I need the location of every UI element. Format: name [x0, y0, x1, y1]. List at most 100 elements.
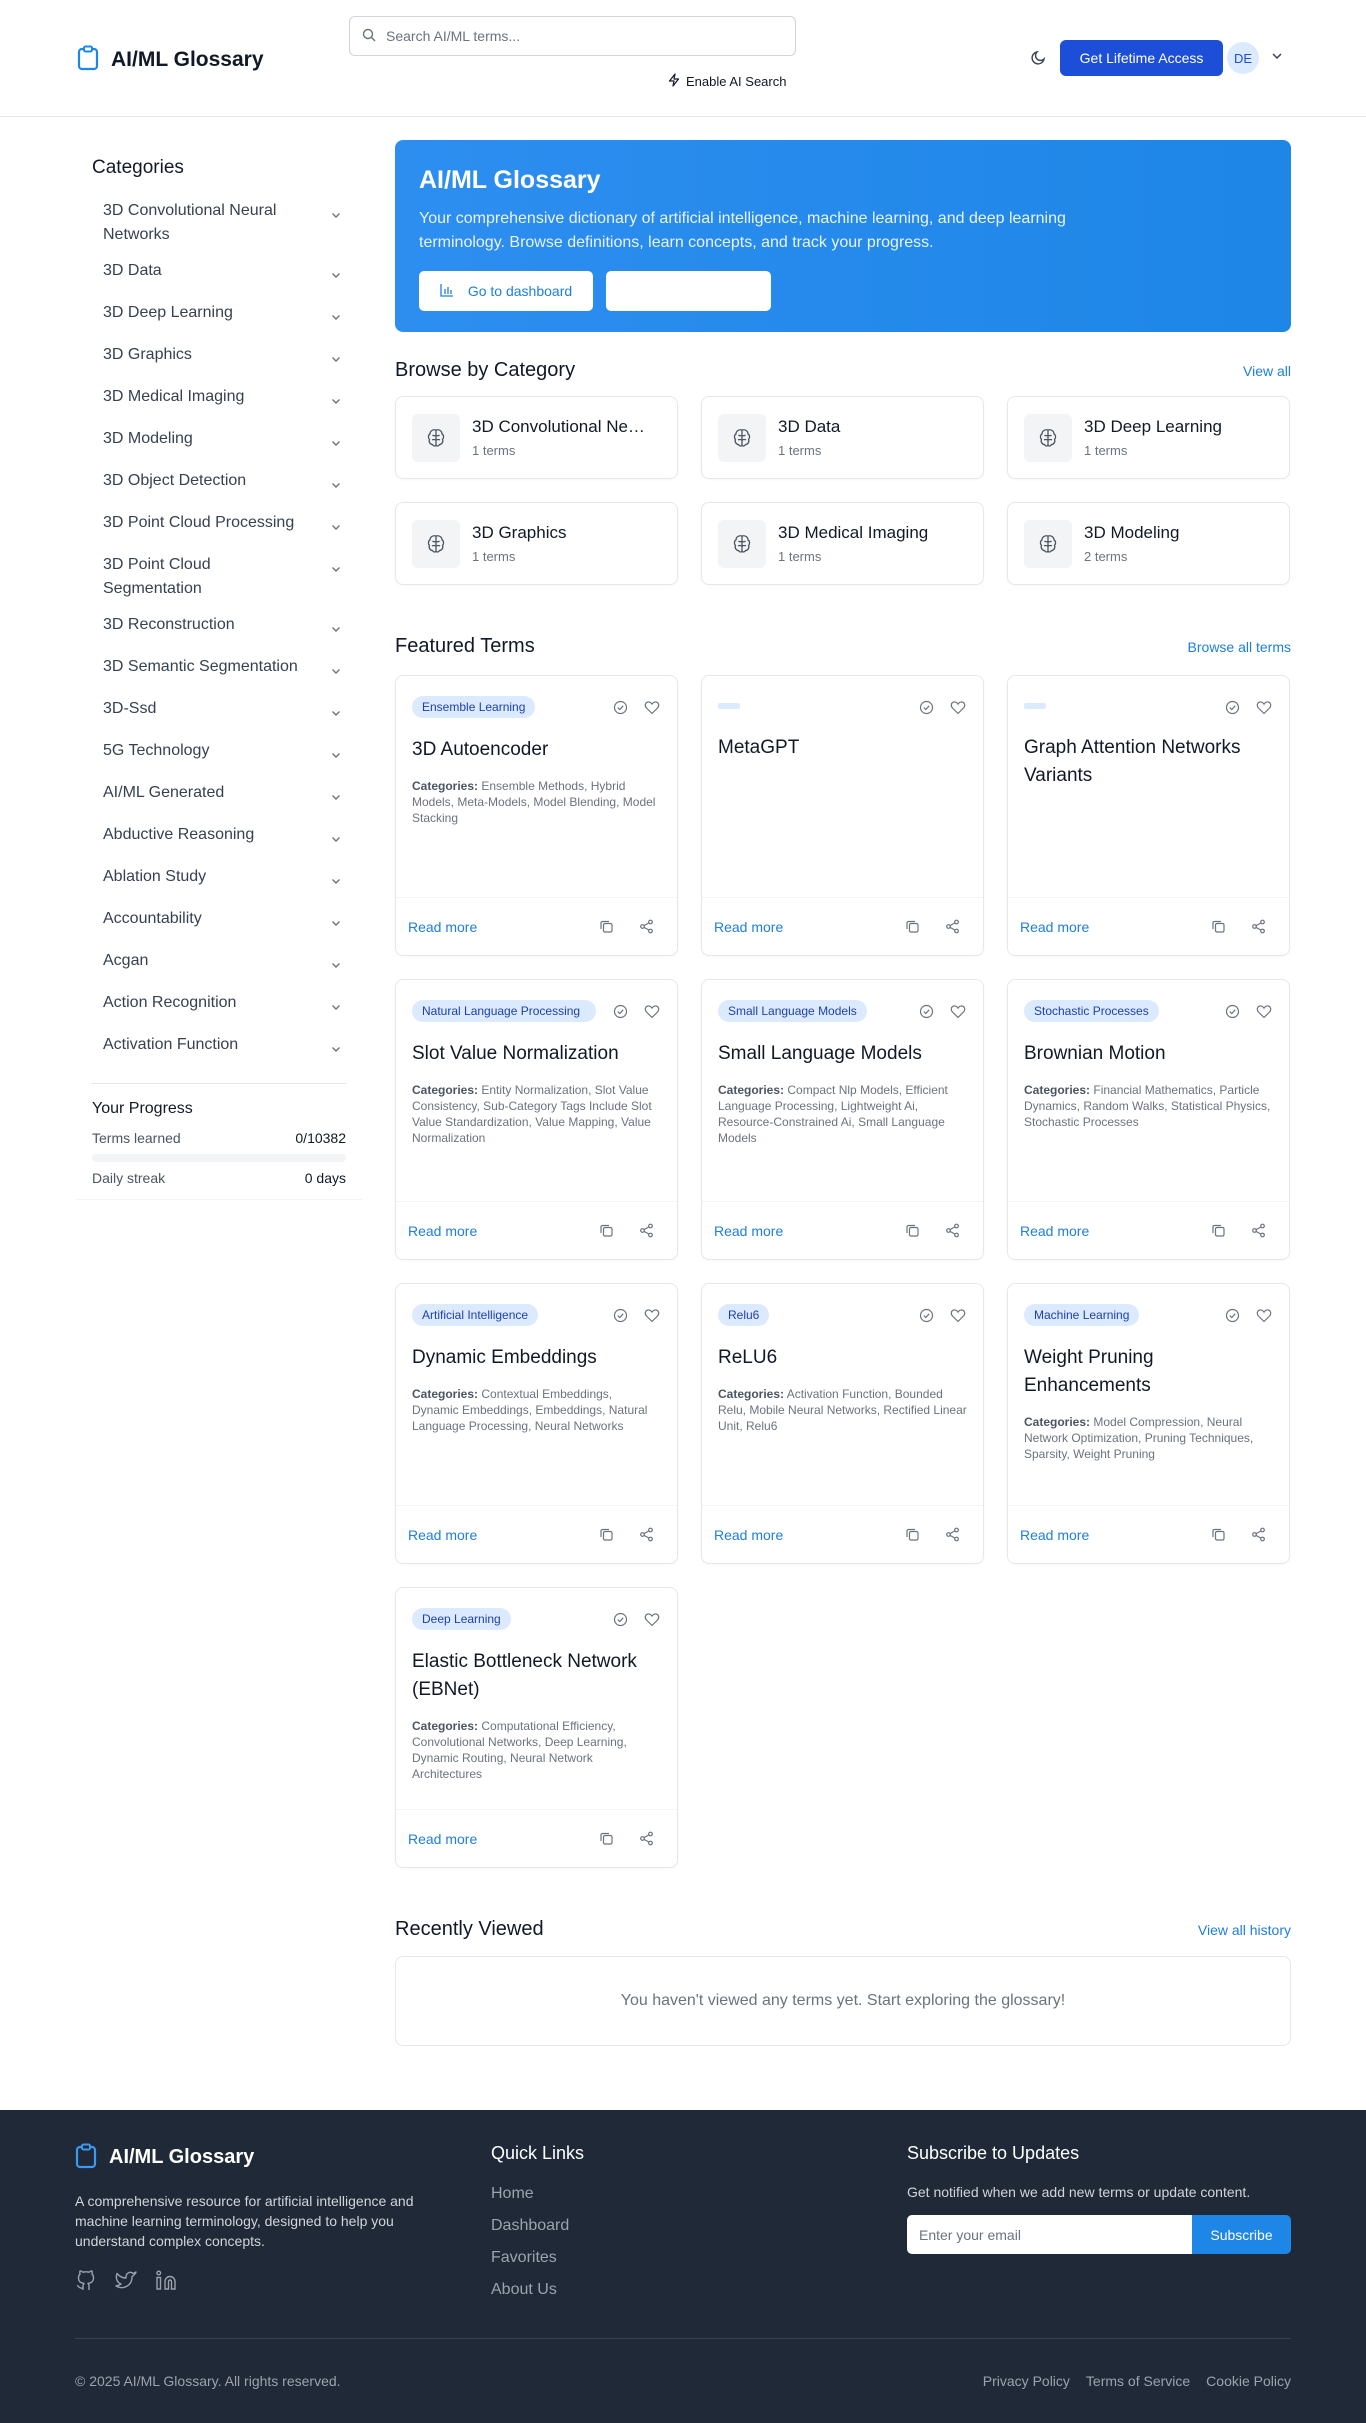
hero-secondary-button[interactable]	[606, 271, 771, 311]
sidebar-category-item[interactable]: Action Recognition	[77, 985, 362, 1027]
chevron-down-icon[interactable]	[330, 871, 342, 895]
chevron-down-icon[interactable]	[330, 787, 342, 811]
mark-learned-icon[interactable]	[611, 698, 629, 716]
share-icon[interactable]	[1249, 918, 1267, 936]
chevron-down-icon[interactable]	[330, 265, 342, 289]
read-more-link[interactable]: Read more	[1020, 1527, 1089, 1543]
footer-logo[interactable]: AI/ML Glossary	[75, 2143, 447, 2172]
chevron-down-icon[interactable]	[330, 205, 342, 229]
heart-icon[interactable]	[643, 1002, 661, 1020]
mark-learned-icon[interactable]	[1223, 1306, 1241, 1324]
copy-icon[interactable]	[1209, 1526, 1227, 1544]
chevron-down-icon[interactable]	[330, 517, 342, 541]
chevron-down-icon[interactable]	[330, 703, 342, 727]
share-icon[interactable]	[1249, 1526, 1267, 1544]
term-title[interactable]: ReLU6	[718, 1344, 967, 1372]
share-icon[interactable]	[943, 918, 961, 936]
copy-icon[interactable]	[597, 1526, 615, 1544]
chevron-down-icon[interactable]	[330, 913, 342, 937]
read-more-link[interactable]: Read more	[714, 919, 783, 935]
share-icon[interactable]	[637, 1830, 655, 1848]
category-card[interactable]: 3D Convolutional Neural Networks 1 terms	[395, 396, 678, 479]
chevron-down-icon[interactable]	[1270, 49, 1284, 66]
sidebar-category-item[interactable]: Ablation Study	[77, 859, 362, 901]
heart-icon[interactable]	[1255, 1002, 1273, 1020]
cookie-policy-link[interactable]: Cookie Policy	[1206, 2373, 1291, 2389]
sidebar-category-item[interactable]: Acgan	[77, 943, 362, 985]
heart-icon[interactable]	[949, 1002, 967, 1020]
sidebar-category-item[interactable]: Accountability	[77, 901, 362, 943]
term-title[interactable]: Slot Value Normalization	[412, 1040, 661, 1068]
copy-icon[interactable]	[597, 1222, 615, 1240]
term-card[interactable]: Ensemble Learning 3D Autoencoder Categorie…	[395, 675, 678, 956]
dashboard-button[interactable]: Go to dashboard	[419, 271, 593, 311]
read-more-link[interactable]: Read more	[714, 1223, 783, 1239]
heart-icon[interactable]	[949, 1306, 967, 1324]
read-more-link[interactable]: Read more	[408, 1831, 477, 1847]
chevron-down-icon[interactable]	[330, 475, 342, 499]
share-icon[interactable]	[637, 1222, 655, 1240]
heart-icon[interactable]	[643, 698, 661, 716]
term-title[interactable]: Brownian Motion	[1024, 1040, 1273, 1068]
linkedin-icon[interactable]	[155, 2269, 177, 2294]
chevron-down-icon[interactable]	[330, 997, 342, 1021]
sidebar-category-item[interactable]: 5G Technology	[77, 733, 362, 775]
heart-icon[interactable]	[643, 1610, 661, 1628]
share-icon[interactable]	[637, 1526, 655, 1544]
heart-icon[interactable]	[949, 698, 967, 716]
chevron-down-icon[interactable]	[330, 619, 342, 643]
mark-learned-icon[interactable]	[611, 1610, 629, 1628]
browse-all-terms-link[interactable]: Browse all terms	[1188, 639, 1291, 655]
chevron-down-icon[interactable]	[330, 349, 342, 373]
category-card[interactable]: 3D Graphics 1 terms	[395, 502, 678, 585]
search-box[interactable]	[349, 16, 796, 56]
sidebar-category-item[interactable]: 3D Modeling	[77, 421, 362, 463]
term-card[interactable]: Artificial Intelligence Dynamic Embedding…	[395, 1283, 678, 1564]
sidebar-category-item[interactable]: 3D Graphics	[77, 337, 362, 379]
term-card[interactable]: Machine Learning Weight Pruning Enhanceme…	[1007, 1283, 1290, 1564]
mark-learned-icon[interactable]	[917, 698, 935, 716]
share-icon[interactable]	[943, 1526, 961, 1544]
email-field[interactable]	[907, 2215, 1192, 2254]
sidebar-category-item[interactable]: 3D Point Cloud Segmentation	[77, 547, 362, 607]
term-title[interactable]: Small Language Models	[718, 1040, 967, 1068]
term-title[interactable]: MetaGPT	[718, 734, 967, 762]
term-card[interactable]: Natural Language Processing Slot Value No…	[395, 979, 678, 1260]
copy-icon[interactable]	[903, 1222, 921, 1240]
category-card[interactable]: 3D Data 1 terms	[701, 396, 984, 479]
read-more-link[interactable]: Read more	[714, 1527, 783, 1543]
share-icon[interactable]	[637, 918, 655, 936]
privacy-policy-link[interactable]: Privacy Policy	[983, 2373, 1070, 2389]
mark-learned-icon[interactable]	[611, 1306, 629, 1324]
sidebar-category-item[interactable]: Abductive Reasoning	[77, 817, 362, 859]
category-card[interactable]: 3D Modeling 2 terms	[1007, 502, 1290, 585]
twitter-icon[interactable]	[115, 2269, 137, 2294]
read-more-link[interactable]: Read more	[408, 1223, 477, 1239]
sidebar-category-item[interactable]: 3D Medical Imaging	[77, 379, 362, 421]
mark-learned-icon[interactable]	[917, 1002, 935, 1020]
term-card[interactable]: Stochastic Processes Brownian Motion Categ…	[1007, 979, 1290, 1260]
heart-icon[interactable]	[643, 1306, 661, 1324]
sidebar-category-item[interactable]: 3D Deep Learning	[77, 295, 362, 337]
chevron-down-icon[interactable]	[330, 1039, 342, 1063]
sidebar-category-item[interactable]: 3D Point Cloud Processing	[77, 505, 362, 547]
chevron-down-icon[interactable]	[330, 559, 342, 583]
term-title[interactable]: Weight Pruning Enhancements	[1024, 1344, 1273, 1400]
category-card[interactable]: 3D Deep Learning 1 terms	[1007, 396, 1290, 479]
lifetime-access-button[interactable]: Get Lifetime Access	[1060, 40, 1223, 76]
footer-link-home[interactable]: Home	[491, 2184, 584, 2203]
term-card[interactable]: Small Language Models Small Language Mode…	[701, 979, 984, 1260]
share-icon[interactable]	[943, 1222, 961, 1240]
sidebar-category-item[interactable]: 3D-Ssd	[77, 691, 362, 733]
github-icon[interactable]	[75, 2269, 97, 2294]
category-card[interactable]: 3D Medical Imaging 1 terms	[701, 502, 984, 585]
read-more-link[interactable]: Read more	[408, 1527, 477, 1543]
copy-icon[interactable]	[1209, 1222, 1227, 1240]
chevron-down-icon[interactable]	[330, 745, 342, 769]
sidebar-category-item[interactable]: 3D Data	[77, 253, 362, 295]
term-card[interactable]: Graph Attention Networks Variants Read mo…	[1007, 675, 1290, 956]
copy-icon[interactable]	[903, 918, 921, 936]
heart-icon[interactable]	[1255, 698, 1273, 716]
sidebar-category-item[interactable]: 3D Object Detection	[77, 463, 362, 505]
read-more-link[interactable]: Read more	[1020, 919, 1089, 935]
